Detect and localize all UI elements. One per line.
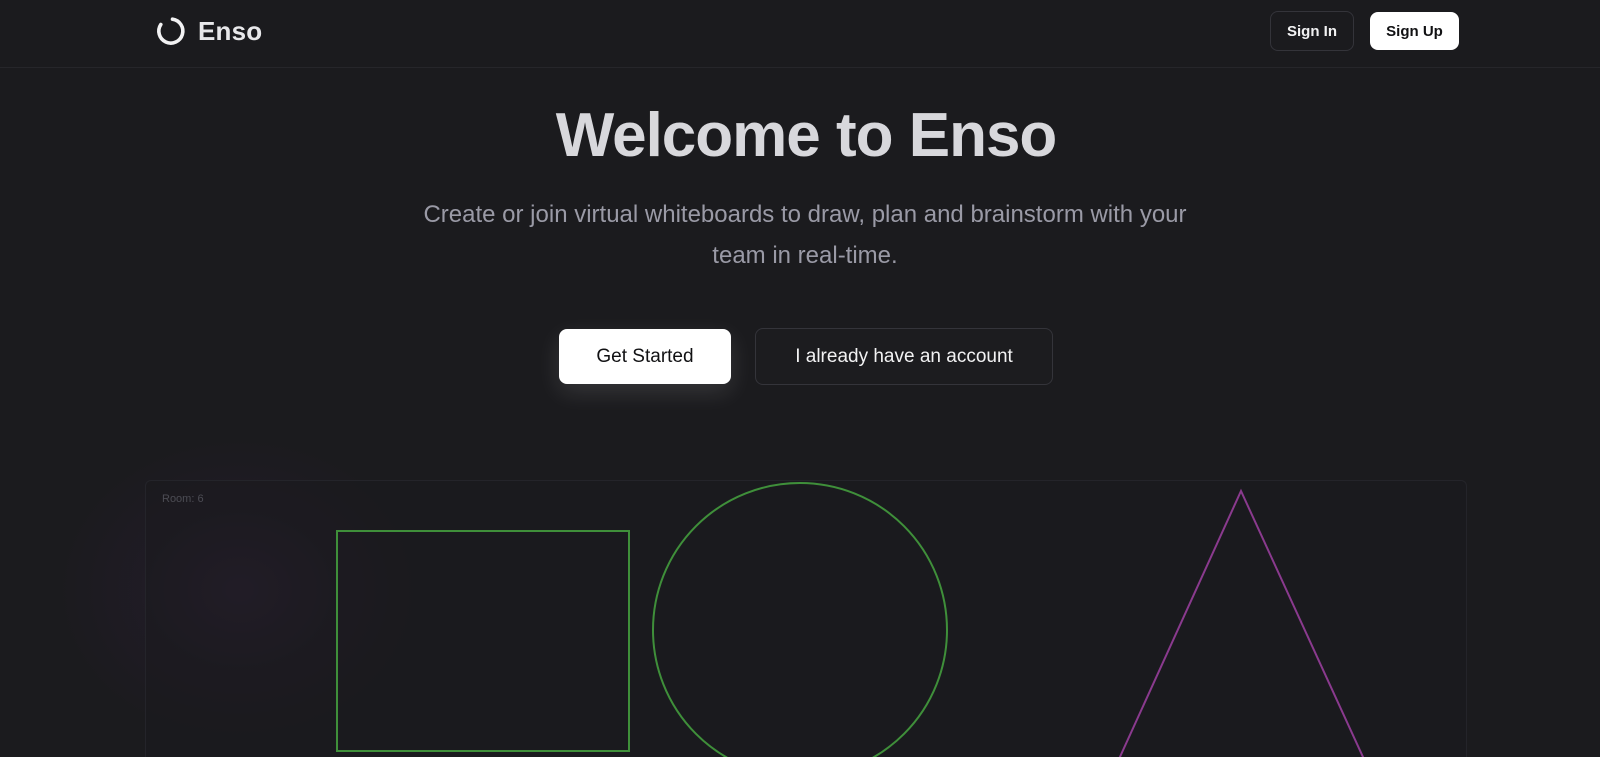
whiteboard-preview: Room: 6 bbox=[145, 480, 1467, 757]
enso-circle-icon bbox=[157, 17, 185, 45]
hero-title: Welcome to Enso bbox=[555, 101, 1058, 170]
landing-page: Enso Sign In Sign Up Welcome to Enso Cre… bbox=[0, 0, 1600, 757]
existing-account-button[interactable]: I already have an account bbox=[755, 328, 1053, 385]
logo-link[interactable]: Enso bbox=[154, 14, 262, 48]
shape-circle bbox=[652, 482, 948, 757]
sign-in-button[interactable]: Sign In bbox=[1270, 11, 1354, 51]
board-canvas bbox=[336, 482, 1365, 757]
shape-rectangle bbox=[336, 530, 630, 752]
hero-subtitle: Create or join virtual whiteboards to dr… bbox=[423, 201, 1187, 269]
get-started-button[interactable]: Get Started bbox=[559, 329, 731, 384]
logo-text: Enso bbox=[198, 15, 263, 46]
shape-triangle bbox=[1118, 488, 1365, 757]
sign-up-button[interactable]: Sign Up bbox=[1370, 12, 1459, 50]
top-navbar: Enso Sign In Sign Up bbox=[0, 0, 1600, 68]
